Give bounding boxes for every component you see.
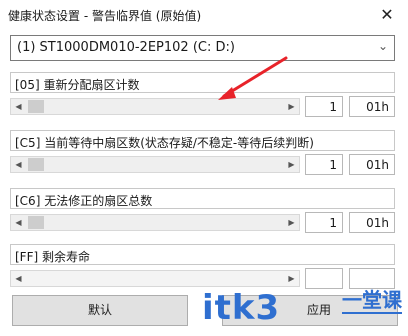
scroll-right-icon[interactable]: ▶ xyxy=(284,215,299,230)
attribute-group-05: [05] 重新分配扇区计数 ◀ ▶ 1 01h xyxy=(10,72,395,125)
disk-select-value: (1) ST1000DM010-2EP102 (C: D:) xyxy=(17,40,235,55)
watermark-logo: itk3 一堂课 xyxy=(202,282,408,336)
default-button[interactable]: 默认 xyxy=(12,295,188,326)
threshold-value-input[interactable]: 1 xyxy=(305,154,343,175)
health-status-dialog: 健康状态设置 - 警告临界值 (原始值) ✕ (1) ST1000DM010-2… xyxy=(0,0,408,336)
scroll-right-icon[interactable]: ▶ xyxy=(284,99,299,114)
threshold-value-input[interactable]: 1 xyxy=(305,96,343,117)
disk-select[interactable]: (1) ST1000DM010-2EP102 (C: D:) ⌄ xyxy=(10,35,395,61)
threshold-value-input[interactable]: 1 xyxy=(305,212,343,233)
window-title: 健康状态设置 - 警告临界值 (原始值) xyxy=(8,9,202,23)
scroll-left-icon[interactable]: ◀ xyxy=(11,215,26,230)
watermark-subtext: 一堂课 xyxy=(342,288,402,312)
chevron-down-icon: ⌄ xyxy=(377,39,388,53)
threshold-slider[interactable]: ◀ ▶ xyxy=(10,98,300,115)
attribute-label: [C5] 当前等待中扇区数(状态存疑/不稳定-等待后续判断) xyxy=(10,130,395,151)
attribute-group-c6: [C6] 无法修正的扇区总数 ◀ ▶ 1 01h xyxy=(10,188,395,241)
scroll-left-icon[interactable]: ◀ xyxy=(11,271,26,286)
attribute-label: [FF] 剩余寿命 xyxy=(10,244,395,265)
scroll-left-icon[interactable]: ◀ xyxy=(11,99,26,114)
threshold-hex-input[interactable]: 01h xyxy=(349,212,395,233)
watermark-underline xyxy=(342,312,402,314)
slider-thumb[interactable] xyxy=(28,158,44,171)
attribute-group-c5: [C5] 当前等待中扇区数(状态存疑/不稳定-等待后续判断) ◀ ▶ 1 01h xyxy=(10,130,395,183)
threshold-hex-input[interactable]: 01h xyxy=(349,96,395,117)
slider-thumb[interactable] xyxy=(28,100,44,113)
scroll-left-icon[interactable]: ◀ xyxy=(11,157,26,172)
scroll-right-icon[interactable]: ▶ xyxy=(284,157,299,172)
threshold-slider[interactable]: ◀ ▶ xyxy=(10,214,300,231)
watermark-text: itk3 xyxy=(202,288,281,328)
threshold-hex-input[interactable]: 01h xyxy=(349,154,395,175)
title-bar: 健康状态设置 - 警告临界值 (原始值) ✕ xyxy=(0,0,408,30)
close-icon[interactable]: ✕ xyxy=(376,4,398,26)
slider-thumb[interactable] xyxy=(28,216,44,229)
attribute-label: [C6] 无法修正的扇区总数 xyxy=(10,188,395,209)
attribute-label: [05] 重新分配扇区计数 xyxy=(10,72,395,93)
threshold-slider[interactable]: ◀ ▶ xyxy=(10,156,300,173)
